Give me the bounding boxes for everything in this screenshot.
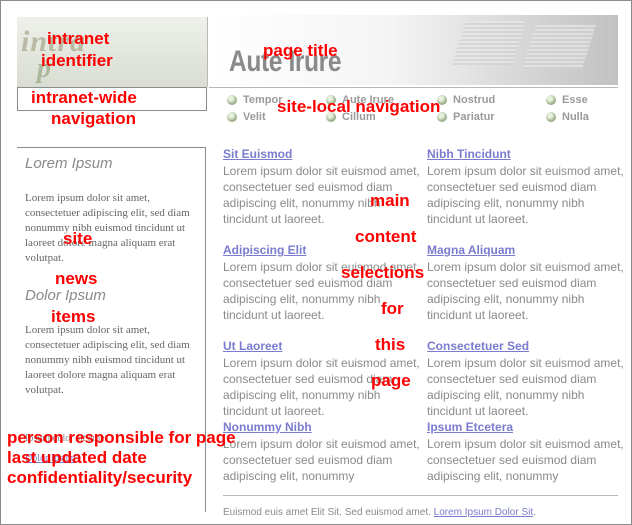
page-frame: intra p Aute Irure Tempor Aute Irure Nos…: [0, 0, 632, 525]
bullet-icon: [227, 95, 237, 105]
bullet-icon: [546, 95, 556, 105]
banner-paper-decoration: [521, 25, 597, 69]
content-selection-text: Lorem ipsum dolor sit euismod amet, cons…: [427, 164, 624, 226]
annotation-last-updated: last updated date: [7, 448, 147, 467]
annotation-site-news-3: items: [51, 307, 96, 326]
content-selection-link[interactable]: Magna Aliquam: [427, 243, 627, 258]
annotation-intranet-identifier-1: intranet: [47, 29, 110, 48]
annotation-main-content-5: this: [375, 335, 406, 354]
content-selection-link[interactable]: Ipsum Etcetera: [427, 420, 627, 435]
nav-divider: [209, 87, 618, 88]
footer-text: Euismod euis amet Elit Sit. Sed euismod …: [223, 507, 431, 518]
footer-link[interactable]: Lorem Ipsum Dolor Sit: [434, 507, 533, 518]
annotation-intranet-identifier-2: identifier: [41, 51, 113, 70]
bullet-icon: [227, 112, 237, 122]
local-nav-label: Esse: [562, 94, 588, 106]
content-selection: Ipsum Etcetera Lorem ipsum dolor sit eui…: [427, 420, 627, 484]
annotation-site-news-2: news: [55, 269, 98, 288]
annotation-main-content-1: main: [370, 191, 410, 210]
local-nav-item-nulla[interactable]: Nulla: [546, 111, 589, 123]
footer-end: .: [533, 507, 536, 518]
content-selection-link[interactable]: Nibh Tincidunt: [427, 147, 627, 162]
header-divider: [207, 17, 208, 87]
news-heading: Dolor Ipsum: [25, 287, 106, 304]
content-selection-link[interactable]: Consectetuer Sed: [427, 339, 627, 354]
content-selection: Nonummy Nibh Lorem ipsum dolor sit euism…: [223, 420, 423, 484]
annotation-site-news-1: site: [63, 229, 93, 248]
local-nav-item-esse[interactable]: Esse: [546, 94, 588, 106]
content-selection: Consectetuer Sed Lorem ipsum dolor sit e…: [427, 339, 627, 419]
content-selection-link[interactable]: Nonummy Nibh: [223, 420, 423, 435]
content-selection-text: Lorem ipsum dolor sit euismod amet, cons…: [427, 260, 624, 322]
news-body: Lorem ipsum dolor sit amet, consectetuer…: [25, 192, 190, 264]
content-selection-text: Lorem ipsum dolor sit euismod amet, cons…: [427, 437, 624, 483]
local-nav-label: Velit: [243, 111, 266, 123]
local-nav-item-tempor[interactable]: Tempor: [227, 94, 283, 106]
page-footer: Euismod euis amet Elit Sit. Sed euismod …: [223, 507, 536, 518]
banner-paper-decoration: [451, 21, 527, 65]
annotation-site-local-nav: site-local navigation: [277, 97, 441, 116]
annotation-page-title: page title: [263, 41, 338, 60]
annotation-person-responsible: person responsible for page: [7, 428, 236, 447]
content-selection: Nibh Tincidunt Lorem ipsum dolor sit eui…: [427, 147, 627, 227]
local-nav-label: Nulla: [562, 111, 589, 123]
footer-divider: [223, 495, 618, 496]
annotation-main-content-4: for: [381, 299, 404, 318]
annotation-intranet-wide-nav-2: navigation: [51, 109, 137, 128]
content-selection: Magna Aliquam Lorem ipsum dolor sit euis…: [427, 243, 627, 323]
content-selection: Sit Euismod Lorem ipsum dolor sit euismo…: [223, 147, 423, 227]
content-selection-text: Lorem ipsum dolor sit euismod amet, cons…: [223, 437, 420, 483]
annotation-main-content-2: content: [355, 227, 417, 246]
news-heading: Lorem Ipsum: [25, 155, 113, 172]
annotation-intranet-wide-nav-1: intranet-wide: [31, 88, 137, 107]
content-selection-text: Lorem ipsum dolor sit euismod amet, cons…: [427, 356, 624, 418]
annotation-main-content-6: page: [371, 371, 411, 390]
bullet-icon: [546, 112, 556, 122]
annotation-main-content-3: selections: [341, 263, 425, 282]
content-selection-link[interactable]: Sit Euismod: [223, 147, 423, 162]
news-body: Lorem ipsum dolor sit amet, consectetuer…: [25, 324, 190, 396]
local-nav-label: Pariatur: [453, 111, 495, 123]
local-nav-item-nostrud[interactable]: Nostrud: [437, 94, 495, 106]
local-nav-label: Nostrud: [453, 94, 496, 106]
local-nav-item-pariatur[interactable]: Pariatur: [437, 111, 495, 123]
annotation-confidentiality: confidentiality/security: [7, 468, 193, 487]
local-nav-item-velit[interactable]: Velit: [227, 111, 266, 123]
